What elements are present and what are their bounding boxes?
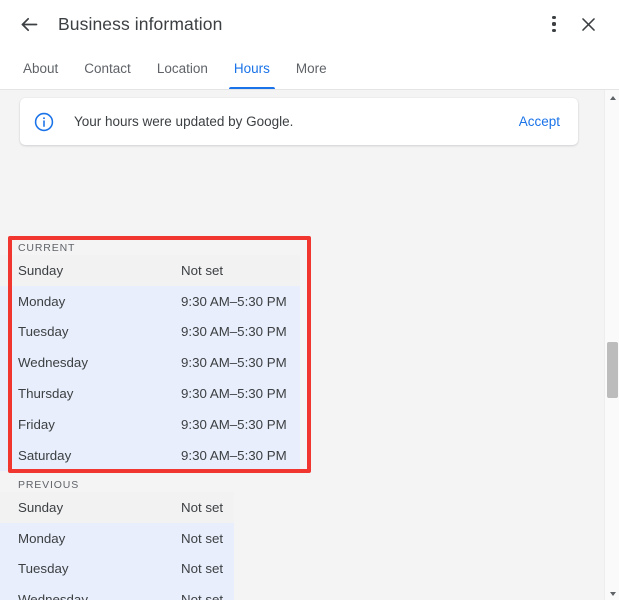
- back-button[interactable]: [12, 7, 46, 41]
- hours-value: 9:30 AM–5:30 PM: [181, 447, 287, 463]
- table-row[interactable]: Monday Not set: [0, 522, 234, 554]
- table-row[interactable]: Wednesday Not set: [0, 584, 234, 600]
- tab-about[interactable]: About: [10, 48, 71, 89]
- business-information-dialog: Business information About Contact Locat…: [0, 0, 619, 600]
- vertical-scrollbar[interactable]: [604, 90, 619, 600]
- day-label: Tuesday: [18, 324, 69, 340]
- hours-value: 9:30 AM–5:30 PM: [181, 355, 287, 371]
- notice-message: Your hours were updated by Google.: [74, 114, 294, 129]
- table-row[interactable]: Monday 9:30 AM–5:30 PM: [0, 285, 300, 317]
- previous-hours-section: PREVIOUS Sunday Not set Monday Not set T…: [0, 479, 300, 600]
- table-row[interactable]: Thursday 9:30 AM–5:30 PM: [0, 378, 300, 409]
- tab-location[interactable]: Location: [144, 48, 221, 89]
- info-circle-icon: [33, 111, 55, 133]
- back-arrow-icon: [19, 14, 40, 35]
- table-row[interactable]: Wednesday 9:30 AM–5:30 PM: [0, 347, 300, 379]
- overflow-menu-button[interactable]: [537, 7, 571, 41]
- current-hours-section: CURRENT Sunday Not set Monday 9:30 AM–5:…: [0, 242, 300, 471]
- page-title: Business information: [58, 13, 223, 34]
- table-row[interactable]: Friday 9:30 AM–5:30 PM: [0, 408, 300, 440]
- current-hours-label: CURRENT: [18, 242, 76, 254]
- tab-contact[interactable]: Contact: [71, 48, 144, 89]
- day-label: Saturday: [18, 447, 72, 463]
- previous-hours-label: PREVIOUS: [18, 479, 80, 491]
- more-vertical-icon: [552, 15, 556, 33]
- tab-more[interactable]: More: [283, 48, 340, 89]
- dialog-body: Your hours were updated by Google. Accep…: [0, 90, 619, 600]
- day-label: Tuesday: [18, 561, 69, 577]
- scrollbar-thumb[interactable]: [607, 342, 618, 398]
- hours-value: 9:30 AM–5:30 PM: [181, 293, 287, 309]
- scroll-down-arrow-icon[interactable]: [605, 586, 619, 600]
- hours-value: Not set: [181, 530, 224, 546]
- hours-value: 9:30 AM–5:30 PM: [181, 416, 287, 432]
- day-label: Thursday: [18, 386, 74, 402]
- dialog-header: Business information: [0, 0, 619, 48]
- hours-value: 9:30 AM–5:30 PM: [181, 324, 287, 340]
- table-row[interactable]: Tuesday 9:30 AM–5:30 PM: [0, 316, 300, 348]
- hours-value: Not set: [181, 592, 224, 600]
- day-label: Monday: [18, 530, 66, 546]
- hours-value: Not set: [181, 561, 224, 577]
- day-label: Sunday: [18, 499, 64, 515]
- tab-bar: About Contact Location Hours More: [0, 48, 619, 89]
- tab-hours[interactable]: Hours: [221, 48, 283, 89]
- table-row[interactable]: Sunday Not set: [0, 492, 234, 523]
- table-row[interactable]: Saturday 9:30 AM–5:30 PM: [0, 439, 300, 471]
- hours-update-notice: Your hours were updated by Google. Accep…: [20, 98, 578, 145]
- table-row[interactable]: Sunday Not set: [0, 255, 300, 286]
- day-label: Friday: [18, 416, 55, 432]
- hours-value: Not set: [181, 262, 224, 278]
- day-label: Wednesday: [18, 592, 88, 600]
- hours-value: 9:30 AM–5:30 PM: [181, 386, 287, 402]
- hours-value: Not set: [181, 499, 224, 515]
- day-label: Sunday: [18, 262, 64, 278]
- scroll-up-arrow-icon[interactable]: [605, 90, 619, 105]
- day-label: Wednesday: [18, 355, 88, 371]
- scroll-content: Your hours were updated by Google. Accep…: [0, 90, 604, 600]
- day-label: Monday: [18, 293, 66, 309]
- close-button[interactable]: [571, 7, 605, 41]
- table-row[interactable]: Tuesday Not set: [0, 553, 234, 585]
- accept-button[interactable]: Accept: [517, 110, 562, 133]
- close-icon: [579, 15, 598, 34]
